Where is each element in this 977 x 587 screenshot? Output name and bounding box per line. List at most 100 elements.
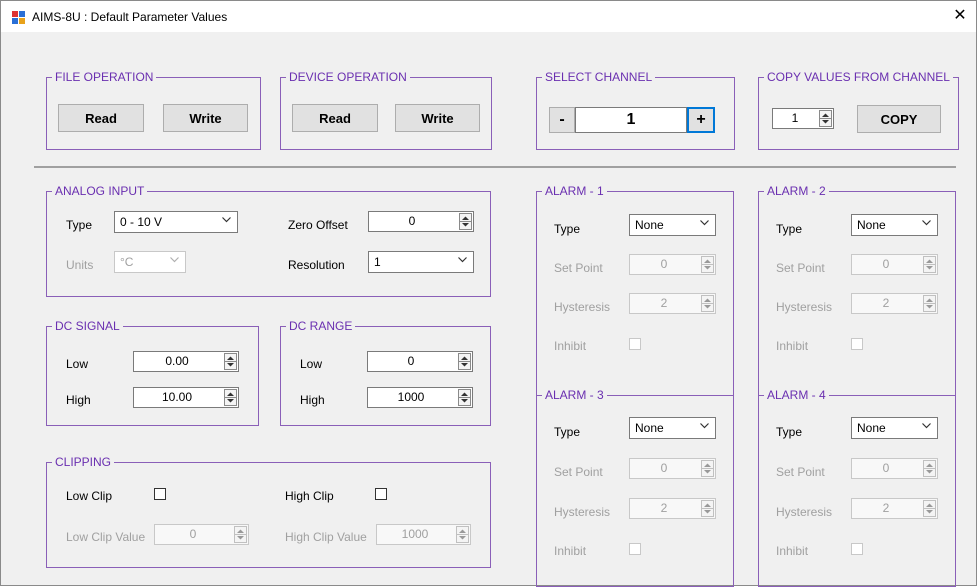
dc-signal-title: DC SIGNAL: [52, 319, 123, 333]
title-bar: AIMS-8U : Default Parameter Values ✕: [1, 1, 976, 32]
alarm-hysteresis-label: Hysteresis: [554, 505, 611, 519]
analog-type-select[interactable]: 0 - 10 V: [114, 211, 238, 233]
alarm-set-point-spinner: 0: [851, 458, 938, 479]
units-select: °C: [114, 251, 186, 273]
alarm-type-label: Type: [776, 425, 803, 439]
resolution-label: Resolution: [288, 258, 345, 272]
alarm-hysteresis-spinner: 2: [629, 293, 716, 314]
alarm-hysteresis-label: Hysteresis: [554, 300, 611, 314]
alarm-hysteresis-value: 2: [882, 296, 890, 310]
spinner-arrows-icon: [701, 295, 714, 312]
chevron-down-icon: [458, 257, 467, 263]
dc-signal-low-label: Low: [66, 357, 89, 371]
alarm-set-point-spinner: 0: [851, 254, 938, 275]
dc-range-high-value: 1000: [397, 390, 425, 404]
file-operation-group: FILE OPERATION Read Write: [46, 70, 261, 150]
spinner-arrows-icon: [456, 526, 469, 543]
close-icon[interactable]: ✕: [950, 6, 970, 26]
low-clip-value: 0: [189, 527, 197, 541]
alarm-hysteresis-value: 2: [882, 501, 890, 515]
app-icon: [12, 11, 25, 24]
chevron-down-icon: [170, 257, 179, 263]
dc-range-low-spinner[interactable]: 0: [367, 351, 473, 372]
alarm-type-label: Type: [554, 425, 581, 439]
spinner-arrows-icon[interactable]: [224, 389, 237, 406]
zero-offset-spinner[interactable]: 0: [368, 211, 474, 232]
alarm-type-select[interactable]: None: [851, 417, 938, 439]
alarm-type-label: Type: [776, 222, 803, 236]
spinner-arrows-icon: [923, 256, 936, 273]
file-read-button[interactable]: Read: [58, 104, 144, 132]
copy-source-channel-value: 1: [791, 111, 799, 125]
copy-button[interactable]: COPY: [857, 105, 941, 133]
spinner-arrows-icon[interactable]: [224, 353, 237, 370]
high-clip-value: 1000: [401, 527, 429, 541]
device-read-button[interactable]: Read: [292, 104, 378, 132]
alarm-inhibit-checkbox: [629, 543, 641, 555]
zero-offset-label: Zero Offset: [288, 218, 348, 232]
alarm-set-point-value: 0: [882, 257, 890, 271]
dc-range-low-label: Low: [300, 357, 323, 371]
alarm-set-point-label: Set Point: [554, 465, 603, 479]
spinner-arrows-icon[interactable]: [458, 389, 471, 406]
analog-type-label: Type: [66, 218, 93, 232]
spinner-arrows-icon: [923, 295, 936, 312]
alarm-inhibit-label: Inhibit: [554, 544, 587, 558]
alarm-set-point-value: 0: [660, 257, 668, 271]
dialog-client-area: FILE OPERATION Read Write DEVICE OPERATI…: [1, 32, 976, 587]
dc-range-high-label: High: [300, 393, 325, 407]
alarm-inhibit-checkbox: [629, 338, 641, 350]
alarm-title: ALARM - 2: [764, 184, 829, 198]
channel-decrement-button[interactable]: -: [549, 107, 575, 133]
alarm-inhibit-checkbox: [851, 543, 863, 555]
alarm-3-group: ALARM - 3 Type None Set Point 0 Hysteres…: [536, 388, 734, 587]
chevron-down-icon: [922, 423, 931, 429]
high-clip-value-spinner: 1000: [376, 524, 471, 545]
resolution-value: 1: [374, 255, 381, 269]
spinner-arrows-icon[interactable]: [459, 213, 472, 230]
dc-range-high-spinner[interactable]: 1000: [367, 387, 473, 408]
alarm-type-value: None: [635, 421, 664, 435]
spinner-arrows-icon: [923, 500, 936, 517]
spinner-arrows-icon[interactable]: [458, 353, 471, 370]
alarm-type-select[interactable]: None: [629, 417, 716, 439]
dc-signal-low-value: 0.00: [165, 354, 189, 368]
dc-signal-high-label: High: [66, 393, 91, 407]
device-operation-group: DEVICE OPERATION Read Write: [280, 70, 492, 150]
dc-range-low-value: 0: [407, 354, 415, 368]
alarm-set-point-value: 0: [882, 461, 890, 475]
alarm-type-select[interactable]: None: [629, 214, 716, 236]
dc-signal-high-spinner[interactable]: 10.00: [133, 387, 239, 408]
copy-source-channel-spinner[interactable]: 1: [772, 108, 834, 129]
channel-increment-button[interactable]: +: [687, 107, 715, 133]
alarm-type-value: None: [857, 218, 886, 232]
alarm-set-point-spinner: 0: [629, 254, 716, 275]
file-write-button[interactable]: Write: [163, 104, 248, 132]
alarm-type-value: None: [635, 218, 664, 232]
alarm-hysteresis-value: 2: [660, 296, 668, 310]
alarm-set-point-label: Set Point: [776, 465, 825, 479]
alarm-type-select[interactable]: None: [851, 214, 938, 236]
zero-offset-value: 0: [408, 214, 416, 228]
copy-values-title: COPY VALUES FROM CHANNEL: [764, 70, 953, 84]
dc-signal-low-spinner[interactable]: 0.00: [133, 351, 239, 372]
spinner-arrows-icon[interactable]: [819, 110, 832, 127]
alarm-inhibit-label: Inhibit: [554, 339, 587, 353]
device-write-button[interactable]: Write: [395, 104, 480, 132]
alarm-inhibit-label: Inhibit: [776, 339, 809, 353]
file-operation-title: FILE OPERATION: [52, 70, 157, 84]
high-clip-label: High Clip: [285, 489, 334, 503]
analog-input-group: ANALOG INPUT Type 0 - 10 V Zero Offset 0…: [46, 184, 491, 297]
low-clip-checkbox[interactable]: [154, 488, 166, 500]
alarm-hysteresis-spinner: 2: [629, 498, 716, 519]
alarm-hysteresis-label: Hysteresis: [776, 505, 833, 519]
low-clip-label: Low Clip: [66, 489, 113, 503]
resolution-select[interactable]: 1: [368, 251, 474, 273]
high-clip-checkbox[interactable]: [375, 488, 387, 500]
dc-signal-group: DC SIGNAL Low 0.00 High 10.00: [46, 319, 259, 426]
device-operation-title: DEVICE OPERATION: [286, 70, 410, 84]
units-label: Units: [66, 258, 94, 272]
alarm-4-group: ALARM - 4 Type None Set Point 0 Hysteres…: [758, 388, 956, 587]
alarm-title: ALARM - 1: [542, 184, 607, 198]
chevron-down-icon: [700, 423, 709, 429]
